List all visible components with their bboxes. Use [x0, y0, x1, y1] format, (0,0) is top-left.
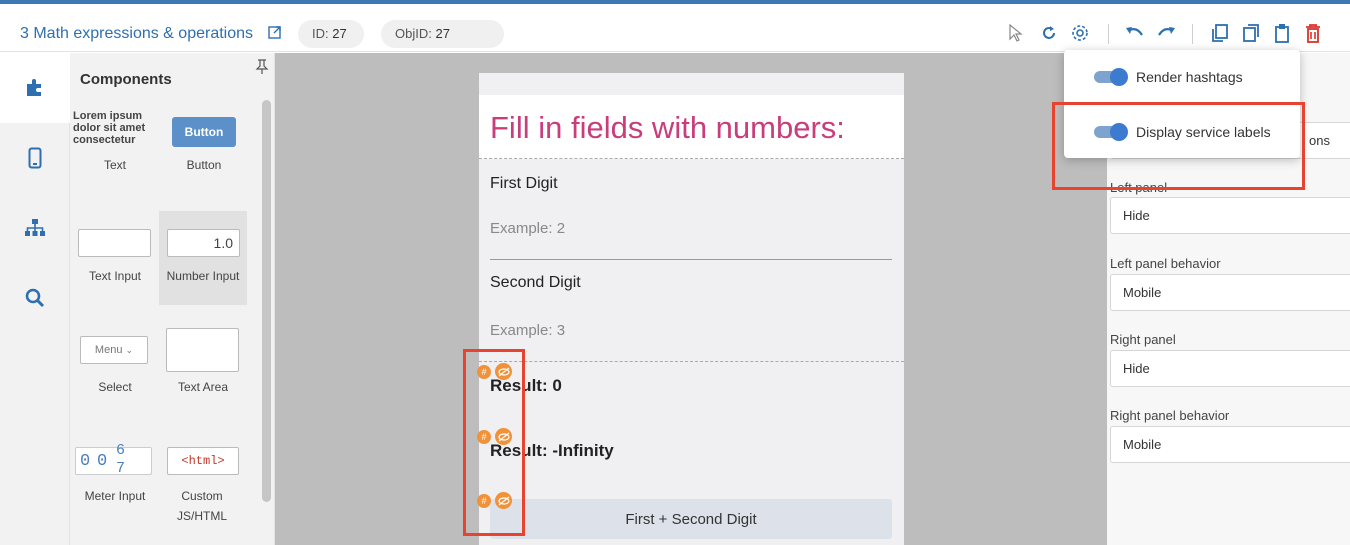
objid-value: 27 — [435, 26, 450, 41]
objid-label: ObjID: — [395, 26, 432, 41]
project-title[interactable]: 3 Math expressions & operations — [20, 25, 253, 43]
component-label-button: Button — [186, 158, 222, 172]
right-panel-select[interactable]: Hide — [1110, 350, 1350, 387]
pointer-icon[interactable] — [1004, 22, 1026, 44]
meter-preview: 0 0 6 7 — [75, 442, 152, 477]
paste-icon[interactable] — [1271, 22, 1293, 44]
id-label: ID: — [312, 26, 329, 41]
screen-heading[interactable]: Fill in fields with numbers: — [490, 110, 845, 146]
sitemap-icon — [25, 219, 45, 236]
rail-components[interactable] — [0, 53, 70, 123]
first-digit-label[interactable]: First Digit — [490, 175, 558, 193]
render-hashtags-row[interactable]: Render hashtags — [1094, 67, 1243, 87]
selected-component-highlight — [159, 211, 247, 305]
id-value: 27 — [332, 26, 347, 41]
chevron-down-icon: ⌄ — [125, 345, 134, 355]
component-label-text-area: Text Area — [177, 380, 229, 394]
component-label-select: Select — [98, 380, 132, 394]
highlight-box-badges — [463, 349, 525, 536]
render-hashtags-label: Render hashtags — [1136, 69, 1243, 85]
rail-mobile[interactable] — [0, 123, 70, 193]
components-scrollbar[interactable] — [262, 100, 271, 502]
select-preview-text: Menu — [94, 344, 123, 356]
delete-trash-icon[interactable] — [1302, 22, 1324, 44]
left-panel-behavior-label: Left panel behavior — [1110, 256, 1221, 271]
meter-digit: 0 — [97, 452, 108, 471]
second-digit-label[interactable]: Second Digit — [490, 274, 581, 292]
toolbar-separator — [1192, 24, 1193, 44]
html-preview: <html> — [167, 447, 239, 475]
meter-digit: 6 — [116, 442, 126, 459]
rail-search[interactable] — [0, 263, 70, 333]
left-icon-rail — [0, 53, 70, 545]
redo-icon[interactable] — [1155, 22, 1177, 44]
pin-icon[interactable] — [255, 59, 269, 75]
right-panel-label: Right panel — [1110, 332, 1176, 347]
left-panel-select[interactable]: Hide — [1110, 197, 1350, 234]
right-panel-behavior-select[interactable]: Mobile — [1110, 426, 1350, 463]
toolbar-separator — [1108, 24, 1109, 44]
mobile-device-icon — [28, 147, 42, 169]
settings-gear-icon[interactable] — [1069, 22, 1091, 44]
external-link-icon[interactable] — [268, 25, 282, 39]
second-digit-input[interactable]: Example: 3 — [490, 322, 565, 339]
left-panel-behavior-select[interactable]: Mobile — [1110, 274, 1350, 311]
component-label-text-input: Text Input — [88, 269, 142, 283]
right-panel-behavior-label: Right panel behavior — [1110, 408, 1230, 423]
button-preview: Button — [172, 117, 236, 147]
search-icon — [25, 288, 45, 308]
sum-button[interactable]: First + Second Digit — [490, 499, 892, 539]
number-input-preview: 1.0 — [167, 229, 240, 257]
text-area-preview — [166, 328, 239, 372]
header: 3 Math expressions & operations ID: 27 O… — [0, 4, 1350, 52]
section-divider — [479, 361, 904, 362]
duplicate-icon[interactable] — [1209, 22, 1231, 44]
objid-badge: ObjID: 27 — [381, 20, 504, 48]
first-digit-input[interactable]: Example: 2 — [490, 220, 565, 237]
field-divider — [490, 259, 892, 260]
meter-digit: 7 — [116, 460, 126, 477]
puzzle-icon — [27, 79, 41, 96]
text-input-preview — [78, 229, 151, 257]
component-label-text: Text — [103, 158, 126, 172]
highlight-box-service-labels — [1052, 102, 1305, 190]
lorem-preview: Lorem ipsum dolor sit amet consectetur — [73, 110, 146, 146]
refresh-icon[interactable] — [1038, 22, 1060, 44]
component-label-meter-input: Meter Input — [84, 489, 146, 503]
undo-icon[interactable] — [1124, 22, 1146, 44]
rail-structure[interactable] — [0, 193, 70, 263]
component-label-number-input: Number Input — [166, 269, 240, 283]
select-preview: Menu ⌄ — [80, 336, 148, 364]
copy-icon[interactable] — [1240, 22, 1262, 44]
meter-digit: 0 — [80, 452, 91, 471]
render-hashtags-toggle[interactable] — [1094, 68, 1128, 86]
id-badge: ID: 27 — [298, 20, 364, 48]
partial-select-text: ons — [1309, 133, 1330, 148]
components-title: Components — [80, 71, 172, 88]
component-label-custom-html: Custom JS/HTML — [176, 489, 227, 523]
